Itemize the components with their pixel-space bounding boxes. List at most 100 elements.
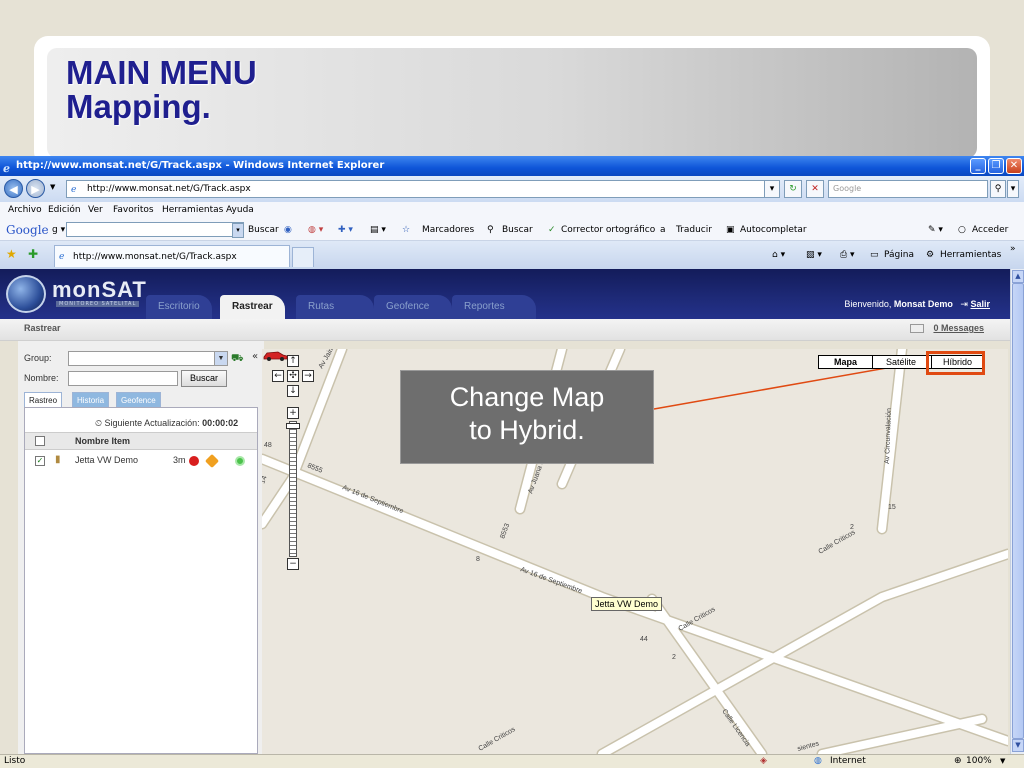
menu-herramientas[interactable]: Herramientas (162, 202, 223, 219)
address-dropdown-icon[interactable]: ▾ (764, 180, 780, 198)
pan-down-icon[interactable]: ↓ (287, 385, 299, 397)
toolbar-block-icon[interactable]: ◍ ▾ (308, 219, 323, 241)
panel-tab-rastreo[interactable]: Rastreo (24, 392, 63, 407)
marcadores-button[interactable]: Marcadores (422, 219, 474, 241)
acceder-button[interactable]: Acceder (972, 219, 1008, 241)
toolbar-page-icon[interactable]: ▤ ▾ (370, 219, 386, 241)
scroll-thumb[interactable] (1012, 283, 1024, 739)
google-search-input[interactable] (66, 222, 244, 237)
scroll-down-icon[interactable]: ▼ (1012, 739, 1024, 752)
user-greeting: Bienvenido, Monsat Demo ⇥ Salir (844, 299, 990, 310)
tools-gear-icon: ⚙ (926, 250, 935, 260)
group-select[interactable]: ▼ (68, 351, 228, 366)
clipboard-icon[interactable]: ▮ (55, 454, 61, 465)
add-favorite-icon[interactable]: ✚ (28, 247, 38, 261)
search-input[interactable]: Google (828, 180, 988, 198)
tracking-list: ⏲ Siguiente Actualización: 00:00:02 Nomb… (24, 407, 258, 754)
zoom-slider[interactable] (289, 421, 297, 557)
close-window-button[interactable]: ✕ (1006, 158, 1022, 174)
globe-icon (6, 275, 46, 313)
tab-rutas[interactable]: Rutas (296, 295, 374, 319)
car-icon[interactable] (262, 349, 288, 361)
browser-tab[interactable]: ℯ http://www.monsat.net/G/Track.aspx (54, 245, 290, 267)
google-dropdown-icon[interactable]: ▾ (232, 223, 244, 238)
logout-link[interactable]: Salir (970, 299, 990, 309)
zoom-slider-handle[interactable] (286, 423, 300, 429)
toolbar-puzzle-icon[interactable]: ✚ ▾ (338, 219, 353, 241)
back-button[interactable]: ◀ (4, 179, 23, 198)
new-tab-button[interactable] (292, 247, 314, 267)
chevron-right-icon[interactable]: » (1010, 235, 1016, 263)
maximize-button[interactable]: ❐ (988, 158, 1004, 174)
herramientas-menu[interactable]: Herramientas (940, 241, 1001, 269)
street-calle-criticos-a: Calle Criticos (818, 529, 858, 556)
stop-icon[interactable]: ✕ (806, 180, 824, 198)
vertical-scrollbar[interactable]: ▲ ▼ (1010, 269, 1024, 754)
select-all-checkbox[interactable] (35, 436, 45, 446)
list-item[interactable]: ✓ ▮ Jetta VW Demo 3m (25, 452, 257, 470)
traducir-button[interactable]: Traducir (676, 219, 712, 241)
vehicle-checkbox[interactable]: ✓ (35, 456, 45, 466)
menu-archivo[interactable]: Archivo (8, 202, 42, 219)
menu-edicion[interactable]: Edición (48, 202, 81, 219)
next-update: ⏲ Siguiente Actualización: 00:00:02 (95, 418, 238, 429)
favorites-star-icon[interactable]: ★ (6, 247, 17, 261)
collapse-panel-icon[interactable]: « (252, 351, 258, 362)
street-sientes: sientes (797, 740, 821, 753)
nombre-label: Nombre: (24, 373, 59, 383)
zoom-in-icon[interactable]: + (287, 407, 299, 419)
map-type-satelite[interactable]: Satélite (875, 356, 927, 368)
search-icon[interactable]: ⚲ (990, 180, 1006, 198)
nombre-input[interactable] (68, 371, 178, 386)
print-icon[interactable]: ⎙ ▾ (840, 241, 855, 269)
menu-ver[interactable]: Ver (88, 202, 103, 219)
menu-ayuda[interactable]: Ayuda (226, 202, 254, 219)
google-g-icon[interactable]: g ▾ (52, 219, 65, 241)
tab-reportes[interactable]: Reportes (452, 295, 536, 319)
pan-center-icon[interactable]: ✣ (287, 370, 299, 382)
address-bar[interactable]: ℯ http://www.monsat.net/G/Track.aspx (66, 180, 780, 198)
vehicle-map-label[interactable]: Jetta VW Demo (591, 597, 663, 611)
zoom-level[interactable]: 100% (966, 755, 992, 768)
brand-subtitle: MONITOREO SATELITAL (56, 301, 140, 307)
panel-tab-historia[interactable]: Historia (72, 392, 110, 407)
browser-tab-title: http://www.monsat.net/G/Track.aspx (73, 252, 237, 262)
feeds-icon[interactable]: ▧ ▾ (806, 241, 822, 269)
welcome-text: Bienvenido, (844, 299, 892, 309)
tab-escritorio[interactable]: Escritorio (146, 295, 212, 319)
forward-button[interactable]: ▶ (26, 179, 45, 198)
messages-link[interactable]: 0 Messages (933, 323, 984, 333)
wrench-icon[interactable]: ✎ ▾ (928, 219, 943, 241)
toolbar-globe-icon[interactable]: ◉ (284, 219, 292, 241)
refresh-icon[interactable]: ↻ (784, 180, 802, 198)
pan-up-icon[interactable]: ↑ (287, 355, 299, 367)
pan-left-icon[interactable]: ← (272, 370, 284, 382)
spellcheck-icon: ✓ (548, 225, 556, 235)
brand-name: monSAT (52, 277, 147, 302)
zoom-out-icon[interactable]: − (287, 558, 299, 570)
tab-geofence[interactable]: Geofence (374, 295, 452, 319)
history-dropdown-icon[interactable]: ▼ (50, 183, 55, 191)
toolbar-search-icon: ⚲ (487, 225, 494, 235)
home-icon[interactable]: ⌂ ▾ (772, 241, 785, 269)
google-buscar-button[interactable]: Buscar (248, 219, 279, 241)
scroll-up-icon[interactable]: ▲ (1012, 270, 1024, 283)
pagina-menu[interactable]: Página (884, 241, 914, 269)
stop-icon (189, 456, 199, 466)
tab-rastrear[interactable]: Rastrear (220, 295, 285, 319)
pan-right-icon[interactable]: → (302, 370, 314, 382)
buscar-button[interactable]: Buscar (181, 370, 227, 387)
group-refresh-icon[interactable]: ⛟ (231, 353, 244, 366)
corrector-button[interactable]: Corrector ortográfico (561, 219, 655, 241)
chevron-down-icon[interactable]: ▼ (214, 352, 227, 365)
zoom-dropdown-icon[interactable]: ▼ (1000, 755, 1005, 768)
next-update-label: Siguiente Actualización: (104, 418, 200, 428)
search-options-icon[interactable]: ▾ (1007, 180, 1019, 198)
map-type-mapa[interactable]: Mapa (819, 356, 873, 368)
menu-favoritos[interactable]: Favoritos (113, 202, 154, 219)
buscar-button-2[interactable]: Buscar (502, 219, 533, 241)
autocompletar-button[interactable]: Autocompletar (740, 219, 807, 241)
panel-tab-geofence[interactable]: Geofence (116, 392, 161, 407)
minimize-button[interactable]: _ (970, 158, 986, 174)
street-num-2b: 2 (850, 524, 854, 531)
